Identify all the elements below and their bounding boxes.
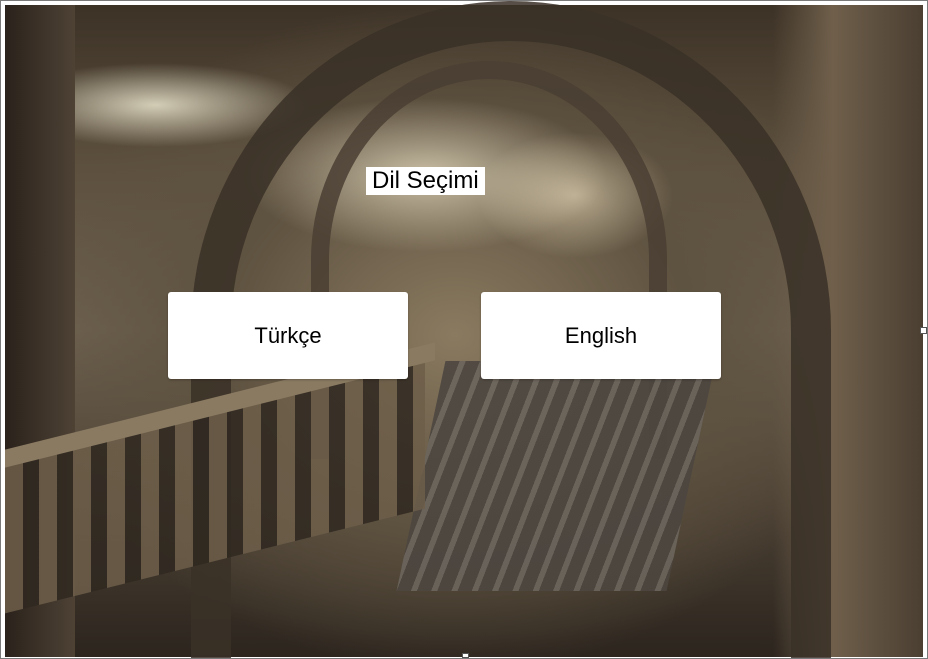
english-language-button[interactable]: English <box>481 292 721 379</box>
window-resize-handle-bottom[interactable] <box>462 653 469 658</box>
turkish-language-label: Türkçe <box>254 322 322 348</box>
page-title: Dil Seçimi <box>366 167 485 195</box>
background-staircase <box>396 361 716 591</box>
window-resize-handle-right[interactable] <box>920 327 927 334</box>
english-language-label: English <box>564 322 638 348</box>
language-selection-window: Dil Seçimi Türkçe English <box>0 0 928 659</box>
turkish-language-button[interactable]: Türkçe <box>168 292 408 379</box>
